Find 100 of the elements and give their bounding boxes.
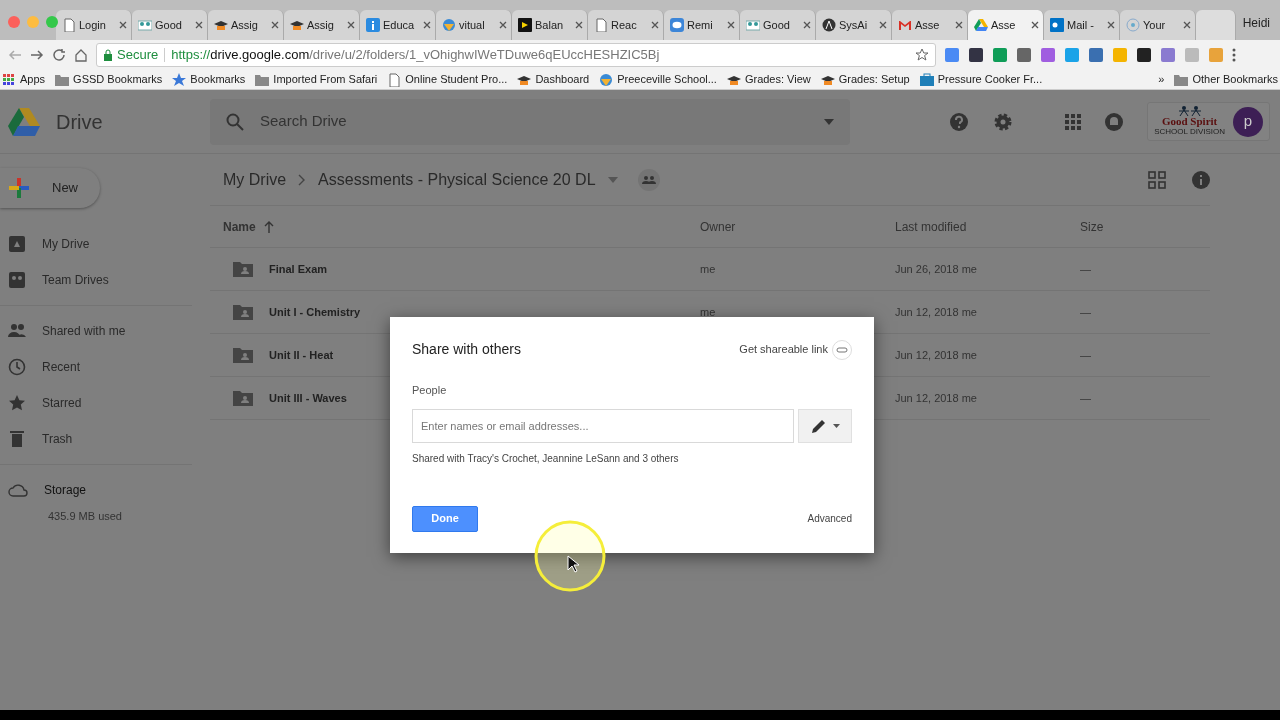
bookmark[interactable]: Dashboard — [517, 71, 590, 88]
bookmark[interactable]: Grades: Setup — [820, 71, 910, 88]
dropdown-icon[interactable] — [824, 118, 834, 125]
advanced-link[interactable]: Advanced — [807, 511, 852, 526]
bookmark[interactable]: Online Student Pro... — [387, 71, 508, 88]
browser-tab[interactable]: Login — [56, 10, 132, 40]
breadcrumb-item[interactable]: My Drive — [223, 167, 287, 192]
close-icon[interactable] — [119, 21, 127, 29]
close-icon[interactable] — [1107, 21, 1115, 29]
table-cell: me — [700, 305, 716, 318]
dialog-title: Share with others — [412, 340, 521, 359]
app-name: Drive — [56, 109, 103, 135]
browser-tab[interactable]: Good — [740, 10, 816, 40]
sidebar-item[interactable]: Team Drives — [0, 262, 200, 298]
browser-tab[interactable]: vitual — [436, 10, 512, 40]
people-icon — [8, 322, 26, 340]
close-icon[interactable] — [727, 21, 735, 29]
browser-tab[interactable]: Balan — [512, 10, 588, 40]
page-icon — [62, 18, 76, 32]
close-icon[interactable] — [195, 21, 203, 29]
school-logo-icon — [1177, 106, 1202, 117]
ring-icon — [1126, 18, 1140, 32]
people-input[interactable]: Enter names or email addresses... — [412, 408, 794, 443]
close-icon[interactable] — [575, 21, 583, 29]
close-icon[interactable] — [423, 21, 431, 29]
avatar[interactable]: p — [1233, 106, 1263, 137]
browser-tab[interactable]: Your — [1120, 10, 1196, 40]
outlook-icon — [1050, 18, 1064, 32]
close-icon[interactable] — [1031, 21, 1039, 29]
shared-folder-icon[interactable] — [637, 168, 660, 191]
address-bar[interactable]: Secure https://drive.google.com/drive/u/2/folders/1_vOhighwIWeTDuwe6qEUccHESHZIC5Bj — [96, 43, 936, 67]
close-icon[interactable] — [879, 21, 887, 29]
close-icon[interactable] — [803, 21, 811, 29]
browser-tab[interactable]: Assig — [208, 10, 284, 40]
file-name[interactable]: Final Exam — [269, 260, 328, 278]
grid-view-icon[interactable] — [1148, 170, 1166, 189]
sidebar-item[interactable]: Trash — [0, 421, 200, 457]
bookmark[interactable]: GSSD Bookmarks — [55, 71, 163, 88]
file-name[interactable]: Unit III - Waves — [269, 389, 347, 407]
browser-tab[interactable]: Remi — [664, 10, 740, 40]
help-icon[interactable] — [949, 111, 970, 132]
reload-icon[interactable] — [52, 48, 66, 62]
close-icon[interactable] — [499, 21, 507, 29]
close-icon[interactable] — [651, 21, 659, 29]
apps-icon — [2, 72, 16, 87]
school-logo-subtitle: SCHOOL DIVISION — [1154, 127, 1225, 137]
shareable-link-button[interactable]: Get shareable link — [739, 341, 828, 358]
browser-tab[interactable]: SysAi — [816, 10, 892, 40]
menu-icon[interactable] — [1232, 48, 1236, 62]
browser-tab[interactable]: Mail - — [1044, 10, 1120, 40]
permission-dropdown[interactable] — [798, 408, 852, 443]
extension-icon[interactable] — [968, 47, 984, 63]
forward-icon[interactable] — [30, 48, 44, 62]
star-icon — [172, 72, 187, 87]
bookmark[interactable]: Grades: View — [726, 71, 811, 88]
breadcrumb-item[interactable]: Assessments - Physical Science 20 DL — [318, 167, 596, 192]
new-button[interactable]: New — [0, 168, 100, 208]
sidebar-item[interactable]: Shared with me — [0, 313, 200, 349]
storage-label[interactable]: Storage — [44, 481, 87, 499]
bookmark[interactable]: Imported From Safari — [255, 71, 378, 88]
bookmark[interactable]: Other Bookmarks — [1174, 71, 1278, 88]
browser-tab[interactable]: Assig — [284, 10, 360, 40]
shared-folder-icon — [233, 261, 253, 277]
sidebar-item[interactable]: Starred — [0, 385, 200, 421]
info-icon[interactable] — [1192, 170, 1210, 189]
profile-name[interactable]: Heidi — [1242, 14, 1270, 32]
close-icon[interactable] — [271, 21, 279, 29]
settings-icon[interactable] — [993, 111, 1014, 132]
bookmark[interactable]: Bookmarks — [172, 71, 246, 88]
bookmark[interactable]: Apps — [2, 71, 46, 88]
star-icon[interactable] — [915, 48, 929, 62]
extension-icon[interactable] — [1136, 47, 1152, 63]
file-name[interactable]: Unit II - Heat — [269, 346, 334, 364]
notification-bell-icon[interactable] — [1105, 112, 1124, 131]
storage-usage: 435.9 MB used — [47, 509, 123, 524]
close-icon[interactable] — [1183, 21, 1191, 29]
browser-tab[interactable]: Reac — [588, 10, 664, 40]
account-panel[interactable]: Good Spirit SCHOOL DIVISION p — [1147, 102, 1270, 141]
sidebar-item[interactable]: My Drive — [0, 226, 200, 262]
apps-grid-icon[interactable] — [1065, 113, 1082, 130]
browser-tab[interactable]: Asse — [892, 10, 968, 40]
browser-tab[interactable]: Good — [132, 10, 208, 40]
browser-tab[interactable]: Asse — [968, 10, 1044, 40]
close-icon[interactable] — [347, 21, 355, 29]
sort-arrow-icon[interactable] — [263, 220, 274, 233]
link-icon[interactable] — [832, 339, 852, 360]
table-cell: Jun 12, 2018 me — [895, 348, 977, 361]
more-bookmarks-button[interactable]: » — [1158, 71, 1165, 88]
file-name[interactable]: Unit I - Chemistry — [269, 303, 361, 321]
sidebar-item[interactable]: Recent — [0, 349, 200, 385]
table-cell: Jun 26, 2018 me — [895, 262, 977, 275]
close-icon[interactable] — [955, 21, 963, 29]
home-icon[interactable] — [74, 48, 88, 62]
pencil-icon — [810, 417, 827, 434]
bookmark[interactable]: Pressure Cooker Fr... — [919, 71, 1043, 88]
browser-tab[interactable]: Educa — [360, 10, 436, 40]
mail-icon — [898, 18, 912, 32]
bookmark[interactable]: Preeceville School... — [599, 71, 717, 88]
drive-icon — [974, 18, 988, 32]
folder-icon — [1174, 72, 1189, 87]
